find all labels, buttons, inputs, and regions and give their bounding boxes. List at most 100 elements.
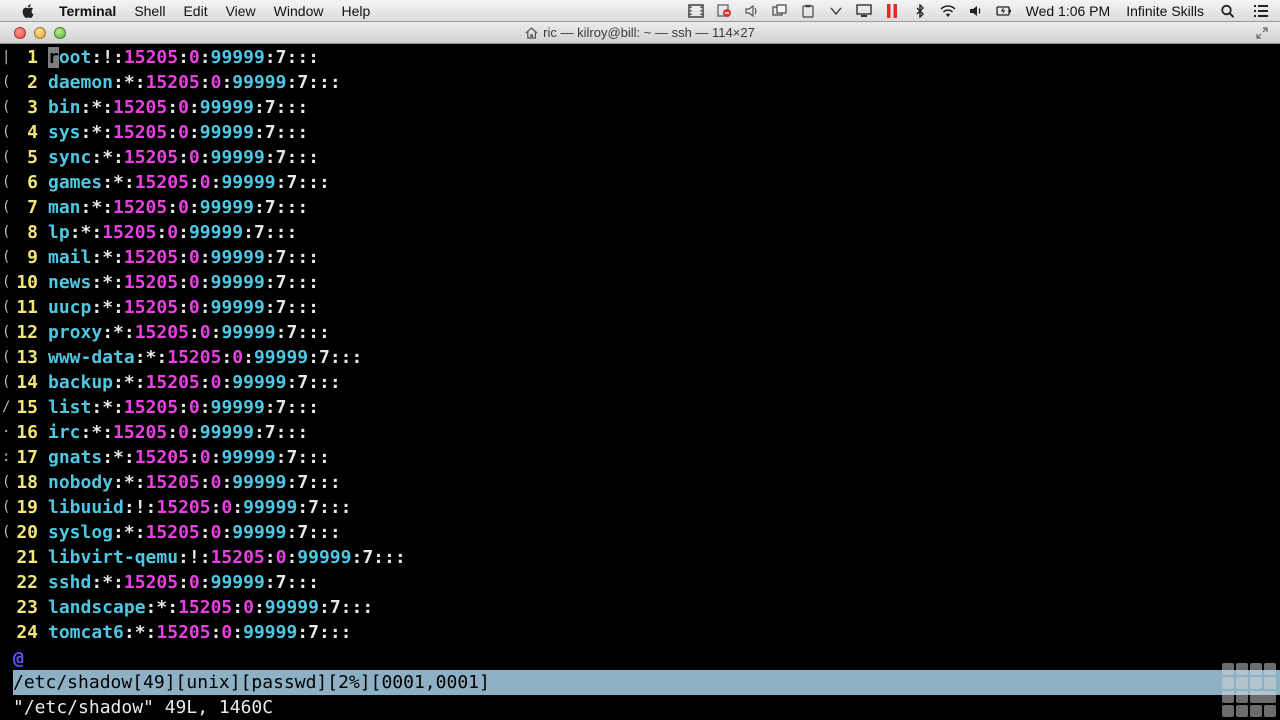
field-min-days: 0 [167,222,179,243]
line-number: 9 [27,247,38,268]
field-separator: : [167,597,179,618]
windows-icon[interactable] [771,3,789,19]
field-separator: : [113,297,124,318]
buffer-line[interactable]: 4 sys:*:15205:0:99999:7::: [0,120,308,145]
wifi-icon[interactable] [939,3,957,19]
menu-user[interactable]: Infinite Skills [1118,0,1214,22]
field-separator: : [188,422,200,443]
buffer-line[interactable]: 7 man:*:15205:0:99999:7::: [0,195,308,220]
minimize-window-button[interactable] [34,27,46,39]
field-max-days: 99999 [210,572,265,593]
terminal-view[interactable]: | 1 root:!:15205:0:99999:7:::(2 daemon:*:15… [0,45,1280,720]
menu-shell[interactable]: Shell [125,0,174,22]
menu-window[interactable]: Window [265,0,333,22]
list-icon[interactable] [1252,3,1270,19]
field-separator: : [188,122,200,143]
buffer-line[interactable]: 11 uucp:*:15205:0:99999:7::: [0,295,319,320]
field-separator: : [318,597,330,618]
field-separator: : [199,272,211,293]
field-separator: : [80,422,92,443]
field-password: ! [134,497,146,518]
buffer-line[interactable]: 15 list:*:15205:0:99999:7::: [0,395,319,420]
field-last-change: 15205 [134,172,189,193]
buffer-line[interactable]: 8 lp:*:15205:0:99999:7::: [0,220,297,245]
field-separator: : [91,397,103,418]
fullscreen-icon[interactable] [1256,27,1268,39]
zoom-window-button[interactable] [54,27,66,39]
menu-clock[interactable]: Wed 1:06 PM [1018,0,1119,22]
recording-pause-icon[interactable] [883,3,901,19]
buffer-line[interactable]: 19 libuuid:!:15205:0:99999:7::: [0,495,351,520]
field-username: daemon [48,72,114,93]
menu-app-terminal[interactable]: Terminal [50,0,125,22]
buffer-line[interactable]: 20 syslog:*:15205:0:99999:7::: [0,520,340,545]
field-separator: : [113,147,124,168]
no-entry-icon[interactable] [715,3,733,19]
audio-icon[interactable] [743,3,761,19]
buffer-line[interactable]: 23 landscape:*:15205:0:99999:7::: [0,595,373,620]
buffer-line[interactable]: 3 bin:*:15205:0:99999:7::: [0,95,308,120]
menu-edit[interactable]: Edit [174,0,216,22]
field-max-days: 99999 [210,397,265,418]
line-number: 23 [16,597,38,618]
traffic-lights [14,27,66,39]
field-warn-days: 7 [264,197,276,218]
buffer-line[interactable]: 16 irc:*:15205:0:99999:7::: [0,420,308,445]
buffer-line[interactable]: 22 sshd:*:15205:0:99999:7::: [0,570,319,595]
buffer-line[interactable]: 5 sync:*:15205:0:99999:7::: [0,145,319,170]
volume-icon[interactable] [967,3,985,19]
clipboard-icon[interactable] [799,3,817,19]
search-icon[interactable] [1219,3,1237,19]
field-separator: : [134,522,146,543]
field-separator: : [91,222,103,243]
buffer-line[interactable]: 17 gnats:*:15205:0:99999:7::: [0,445,330,470]
field-max-days: 99999 [221,172,276,193]
field-last-change: 15205 [123,572,179,593]
field-warn-days: 7 [264,122,276,143]
battery-icon[interactable] [995,3,1013,19]
close-window-button[interactable] [14,27,26,39]
buffer-line[interactable]: 14 backup:*:15205:0:99999:7::: [0,370,340,395]
field-separator: : [167,422,179,443]
display-icon[interactable] [855,3,873,19]
field-warn-days: 7 [275,572,287,593]
vim-command-line[interactable]: "/etc/shadow" 49L, 1460C [13,696,273,720]
buffer-line[interactable]: 18 nobody:*:15205:0:99999:7::: [0,470,340,495]
apple-menu-icon[interactable] [20,3,36,19]
menu-help[interactable]: Help [332,0,379,22]
line-number: 7 [27,197,38,218]
field-max-days: 99999 [210,247,265,268]
field-last-change: 15205 [113,97,168,118]
buffer-line[interactable]: 24 tomcat6:*:15205:0:99999:7::: [0,620,351,645]
film-icon[interactable] [687,3,705,19]
chevron-down-icon[interactable] [827,3,845,19]
field-separator: : [113,272,124,293]
field-separator: : [199,47,211,68]
home-icon [525,26,538,39]
field-warn-days: 7 [275,47,287,68]
window-title-bar[interactable]: ric — kilroy@bill: ~ — ssh — 114×27 [0,22,1280,44]
line-number: 10 [16,272,38,293]
field-trailing: ::: [308,72,341,93]
line-number: 18 [16,472,38,493]
field-separator: : [91,147,103,168]
buffer-line[interactable]: 2 daemon:*:15205:0:99999:7::: [0,70,341,95]
buffer-line[interactable]: 9 mail:*:15205:0:99999:7::: [0,245,319,270]
buffer-line[interactable]: 13 www-data:*:15205:0:99999:7::: [0,345,362,370]
field-username: man [48,197,81,218]
buffer-line[interactable]: 6 games:*:15205:0:99999:7::: [0,170,330,195]
line-number: 5 [27,147,38,168]
field-username: gnats [48,447,103,468]
menu-view[interactable]: View [217,0,265,22]
continuation-marker: @ [13,648,24,669]
field-warn-days: 7 [329,597,341,618]
field-username: uucp [48,297,92,318]
buffer-line[interactable]: 12 proxy:*:15205:0:99999:7::: [0,320,330,345]
bluetooth-icon[interactable] [911,3,929,19]
buffer-line[interactable]: 21 libvirt-qemu:!:15205:0:99999:7::: [0,545,405,570]
field-username: backup [48,372,114,393]
buffer-line[interactable]: 1 root:!:15205:0:99999:7::: [0,45,319,70]
field-separator: : [102,197,114,218]
buffer-line[interactable]: 10 news:*:15205:0:99999:7::: [0,270,319,295]
field-separator: : [113,372,124,393]
